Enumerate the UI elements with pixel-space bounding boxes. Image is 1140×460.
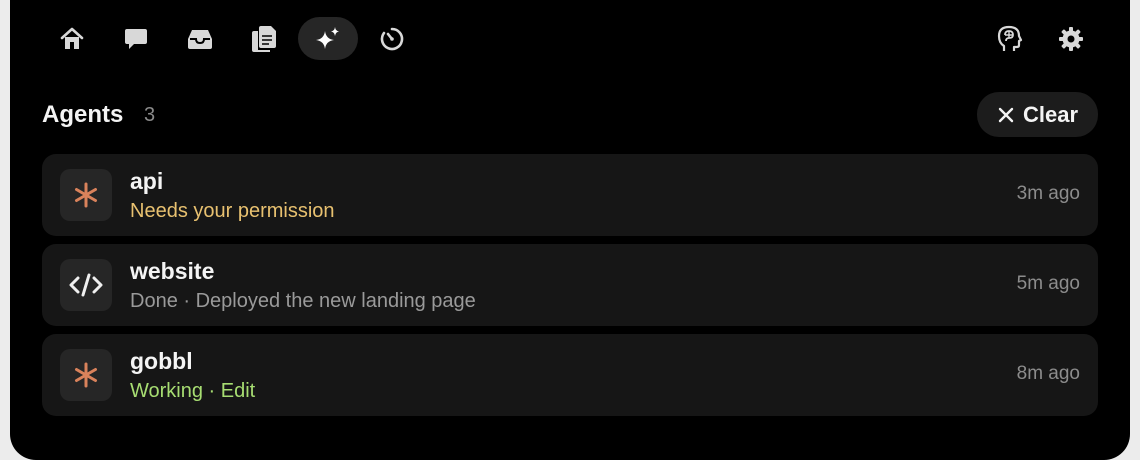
inbox-tray-icon — [188, 29, 212, 49]
agent-status: Needs your permission — [130, 200, 335, 222]
tab-chat[interactable] — [106, 17, 166, 60]
brain-head-icon — [997, 25, 1023, 51]
agent-row-website[interactable]: website Done · Deployed the new landing … — [42, 244, 1098, 326]
agent-name: website — [130, 258, 215, 284]
tab-inbox[interactable] — [170, 17, 230, 60]
clear-button[interactable]: Clear — [977, 92, 1098, 137]
tab-home[interactable] — [42, 17, 102, 60]
asterisk-icon — [75, 362, 97, 388]
close-icon — [998, 107, 1014, 122]
tab-history[interactable] — [362, 17, 422, 60]
memory-button[interactable] — [988, 17, 1032, 60]
agents-panel: Agents 3 Clear api Needs your permission… — [10, 0, 1130, 460]
home-icon — [60, 27, 84, 49]
agents-header: Agents 3 Clear — [42, 92, 1098, 138]
agent-row-api[interactable]: api Needs your permission 3m ago — [42, 154, 1098, 236]
timer-icon — [380, 27, 404, 50]
tab-agents[interactable] — [298, 17, 358, 60]
agent-list: api Needs your permission 3m ago website… — [42, 154, 1098, 424]
asterisk-icon — [75, 182, 97, 208]
agent-timestamp: 5m ago — [1016, 273, 1080, 294]
agent-name: api — [130, 168, 164, 194]
top-navigation — [10, 0, 1130, 78]
tab-files[interactable] — [234, 17, 294, 60]
agent-count: 3 — [144, 104, 156, 126]
page-title: Agents — [42, 101, 124, 128]
chat-bubble-icon — [125, 28, 147, 49]
agent-avatar — [60, 259, 112, 311]
sparkles-icon — [316, 26, 339, 49]
documents-icon — [252, 25, 276, 52]
clear-label: Clear — [1022, 101, 1079, 127]
agent-name: gobbl — [130, 348, 193, 374]
agent-timestamp: 3m ago — [1016, 183, 1080, 204]
agent-row-gobbl[interactable]: gobbl Working · Edit 8m ago — [42, 334, 1098, 416]
agent-avatar — [60, 349, 112, 401]
agent-status: Working · Edit — [130, 380, 256, 402]
agent-status: Done · Deployed the new landing page — [130, 290, 476, 312]
gear-icon — [1059, 26, 1083, 51]
agent-avatar — [60, 169, 112, 221]
agent-timestamp: 8m ago — [1016, 363, 1080, 384]
code-icon — [69, 273, 103, 297]
settings-button[interactable] — [1049, 17, 1093, 60]
